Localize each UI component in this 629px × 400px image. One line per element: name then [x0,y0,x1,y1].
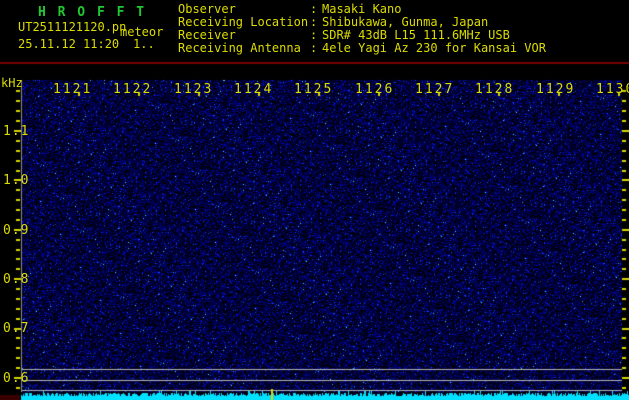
freq-axis-unit: kHz [1,76,23,90]
time-tick-label: 1127 [415,82,455,97]
time-tick-label: 1126 [355,82,395,97]
hrofft-window: H R O F F T UT2511121120.pn meteor 25.11… [0,0,629,400]
time-tick-label: 1124 [234,82,274,97]
filename-label: UT2511121120.pn [18,20,127,34]
app-title: H R O F F T [38,5,147,20]
time-tick-label: 1122 [113,82,153,97]
freq-tick-label: 0.6 [3,371,30,386]
info-label: Receiving Antenna [178,41,301,55]
station-info: Observer: Masaki Kano Receiving Location:… [178,3,546,55]
info-colon: : [310,41,318,55]
time-tick-label: 1130 [596,82,629,97]
freq-tick-label: 0.7 [3,321,30,336]
counter-label: 1.. [133,37,155,51]
freq-tick-label: 0.8 [3,272,30,287]
info-value: 4ele Yagi Az 230 for Kansai VOR [322,41,546,55]
freq-tick-label: 1.0 [3,173,30,188]
time-tick-label: 1121 [53,82,93,97]
time-tick-label: 1128 [475,82,515,97]
spectrogram-canvas [0,0,629,400]
info-row-antenna: Receiving Antenna:4ele Yagi Az 230 for K… [178,42,546,55]
time-tick-label: 1125 [294,82,334,97]
freq-tick-label: 1.1 [3,124,30,139]
time-tick-label: 1123 [174,82,214,97]
time-tick-label: 1129 [536,82,576,97]
datetime-label: 25.11.12 11:20 [18,37,120,51]
freq-tick-label: 0.9 [3,223,30,238]
